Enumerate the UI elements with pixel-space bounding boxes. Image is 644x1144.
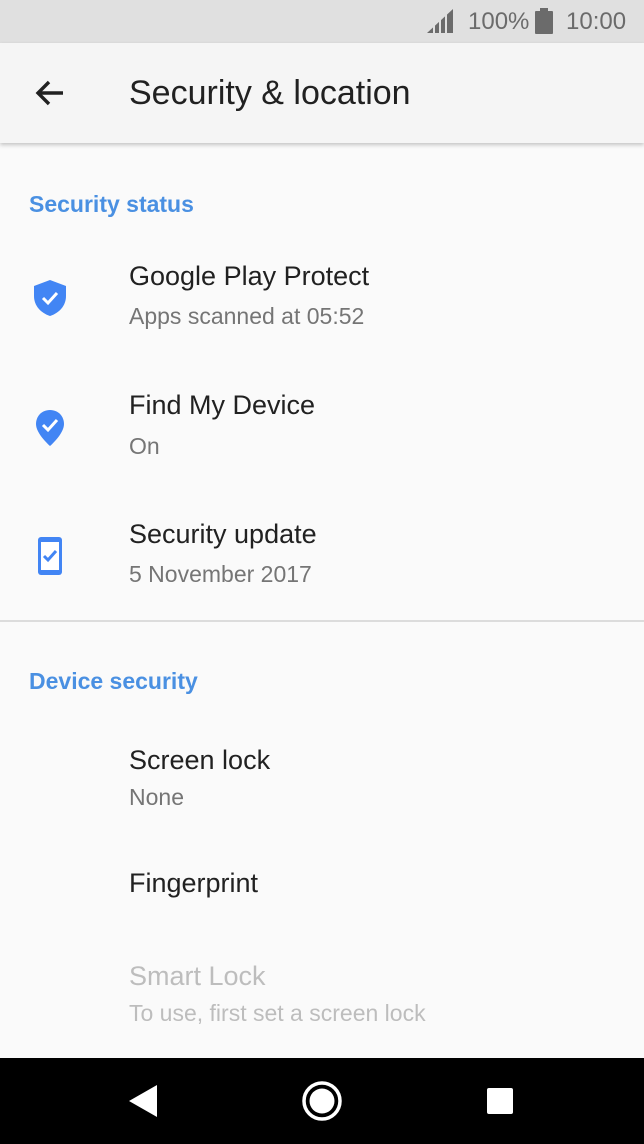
- pref-smart-lock: Smart Lock To use, first set a screen lo…: [0, 944, 644, 1044]
- nav-recents-icon: [487, 1088, 513, 1114]
- status-bar: 100% 10:00: [0, 0, 644, 43]
- pref-fingerprint[interactable]: Fingerprint: [0, 846, 644, 922]
- pref-title: Find My Device: [129, 390, 316, 420]
- pref-find-my-device[interactable]: Find My Device On: [0, 370, 644, 486]
- battery-full-icon: [535, 8, 553, 34]
- pref-summary: On: [129, 433, 160, 459]
- battery-percentage: 100%: [468, 8, 530, 35]
- pref-title: Fingerprint: [129, 868, 259, 898]
- nav-back-button[interactable]: [118, 1076, 168, 1126]
- pref-title: Screen lock: [129, 745, 271, 775]
- status-time: 10:00: [566, 8, 627, 35]
- signal-icon: [427, 9, 453, 33]
- pref-summary: To use, first set a screen lock: [129, 1000, 426, 1026]
- nav-home-icon: [302, 1081, 342, 1121]
- nav-recents-button[interactable]: [475, 1076, 525, 1126]
- pref-summary: Apps scanned at 05:52: [129, 303, 365, 329]
- pref-screen-lock[interactable]: Screen lock None: [0, 730, 644, 830]
- location-check-icon: [36, 410, 64, 446]
- pref-title: Security update: [129, 519, 317, 549]
- pref-security-update[interactable]: Security update 5 November 2017: [0, 498, 644, 614]
- phone-check-icon: [38, 537, 62, 575]
- settings-screen: 100% 10:00 Security & location Security …: [0, 0, 644, 1144]
- pref-google-play-protect[interactable]: Google Play Protect Apps scanned at 05:5…: [0, 240, 644, 356]
- navigation-bar: [0, 1058, 644, 1144]
- back-button[interactable]: [22, 69, 78, 117]
- nav-home-button[interactable]: [297, 1076, 347, 1126]
- section-header-security-status: Security status: [29, 191, 194, 217]
- nav-back-icon: [129, 1085, 157, 1117]
- pref-summary: None: [129, 784, 184, 810]
- section-header-device-security: Device security: [29, 668, 198, 694]
- shield-check-icon: [34, 280, 66, 316]
- pref-title: Google Play Protect: [129, 261, 370, 291]
- pref-summary: 5 November 2017: [129, 561, 312, 587]
- arrow-back-icon: [35, 80, 63, 106]
- app-bar: Security & location: [0, 43, 644, 143]
- pref-title: Smart Lock: [129, 961, 266, 991]
- page-title: Security & location: [129, 74, 411, 112]
- section-divider: [0, 620, 644, 622]
